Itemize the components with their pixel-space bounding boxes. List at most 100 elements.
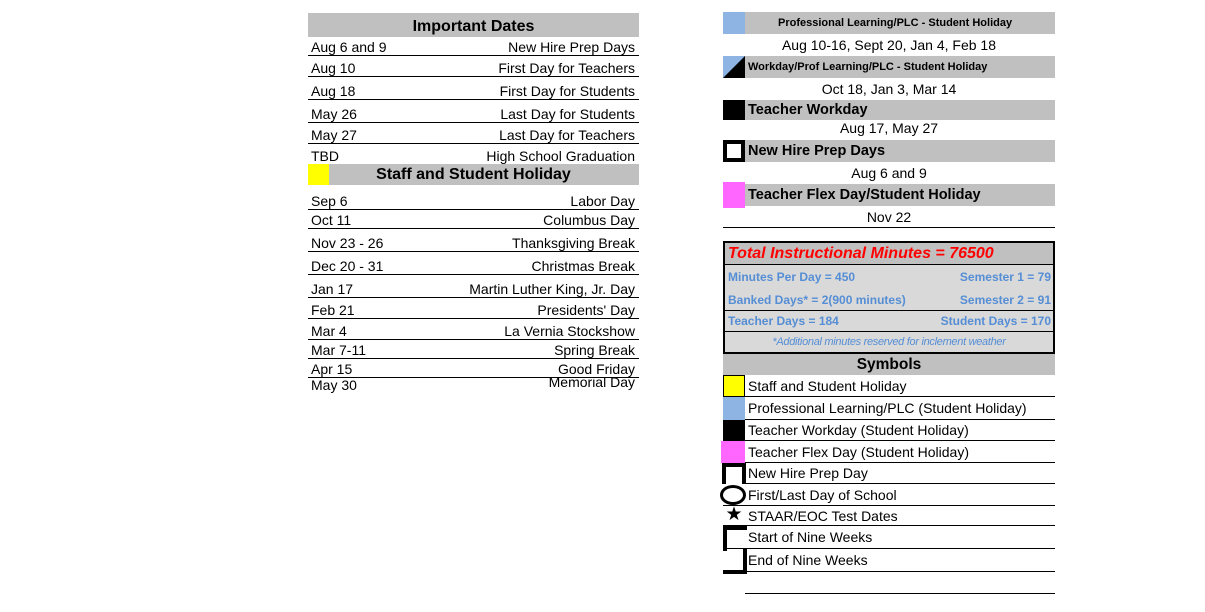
instructional-minutes-box: Total Instructional Minutes = 76500 Minu… <box>723 241 1055 354</box>
holiday-row: May 30 Memorial Day <box>308 374 639 393</box>
total-minutes-title: Total Instructional Minutes = 76500 <box>725 243 1053 265</box>
date-cell: Apr 15 <box>311 361 353 377</box>
symbol-row: Start of Nine Weeks <box>723 526 1055 551</box>
symbol-row: End of Nine Weeks <box>723 547 1055 574</box>
event-cell: New Hire Prep Days <box>508 39 635 55</box>
category-dates: Aug 10-16, Sept 20, Jan 4, Feb 18 <box>781 37 997 53</box>
black-swatch-icon <box>723 100 745 120</box>
category-dates: Nov 22 <box>723 206 1055 228</box>
important-dates-title: Important Dates <box>412 18 535 35</box>
minutes-per-day: Minutes Per Day = 450 <box>728 269 856 284</box>
date-cell: Dec 20 - 31 <box>311 258 384 274</box>
event-cell: La Vernia Stockshow <box>504 323 635 339</box>
student-days: Student Days = 170 <box>940 314 1051 328</box>
category-header-workday-prof-learning: Workday/Prof Learning/PLC - Student Holi… <box>723 56 1055 78</box>
diagonal-blue-black-swatch-icon <box>723 56 745 78</box>
end-bracket-icon <box>723 549 747 574</box>
event-cell: Christmas Break <box>531 258 635 274</box>
category-dates: Aug 6 and 9 <box>851 165 927 181</box>
date-cell: May 26 <box>311 106 357 122</box>
category-label: Professional Learning/PLC - Student Holi… <box>778 17 1013 29</box>
category-label: New Hire Prep Days <box>748 143 886 159</box>
date-cell: Sep 6 <box>311 193 348 209</box>
holiday-row: Mar 4 La Vernia Stockshow <box>308 319 639 340</box>
important-dates-header: Important Dates <box>308 13 639 37</box>
date-cell: Aug 18 <box>311 83 356 99</box>
category-header-professional-learning: Professional Learning/PLC - Student Holi… <box>723 12 1055 34</box>
date-cell: Mar 7-11 <box>311 342 366 358</box>
pink-square-icon <box>721 441 745 463</box>
semester-1: Semester 1 = 79 <box>959 269 1051 284</box>
holiday-row: Mar 7-11 Spring Break <box>308 340 639 359</box>
date-row: TBD High School Graduation <box>308 144 639 164</box>
symbol-row: First/Last Day of School <box>720 484 1055 506</box>
teacher-days: Teacher Days = 184 <box>728 314 839 328</box>
symbol-label: Teacher Workday (Student Holiday) <box>748 422 969 438</box>
inclement-weather-note: *Additional minutes reserved for incleme… <box>772 336 1006 348</box>
star-icon: ★ <box>725 504 743 525</box>
yellow-square-icon <box>723 375 745 397</box>
symbol-label: Staff and Student Holiday <box>748 377 907 394</box>
black-square-icon <box>723 420 745 441</box>
date-cell: Feb 21 <box>311 302 355 318</box>
date-row: May 26 Last Day for Students <box>308 100 639 123</box>
date-cell: Nov 23 - 26 <box>311 235 384 251</box>
symbols-legend: Symbols Staff and Student Holiday Profes… <box>720 354 1055 594</box>
banked-days: Banked Days* = 2(900 minutes) <box>728 293 906 307</box>
category-header-new-hire: New Hire Prep Days <box>723 140 1055 162</box>
legend-panel: Professional Learning/PLC - Student Holi… <box>720 12 1055 594</box>
symbol-label: Professional Learning/PLC (Student Holid… <box>748 400 1027 416</box>
date-row: Aug 6 and 9 New Hire Prep Days <box>308 37 639 56</box>
yellow-swatch-icon <box>308 164 329 185</box>
date-cell: Aug 10 <box>311 60 356 76</box>
metrics-row: Minutes Per Day = 450 Semester 1 = 79 <box>725 265 1053 288</box>
date-row: May 27 Last Day for Teachers <box>308 123 639 144</box>
holiday-header: Staff and Student Holiday <box>308 164 639 185</box>
metrics-row: Teacher Days = 184 Student Days = 170 <box>725 311 1053 332</box>
event-cell: Memorial Day <box>548 374 635 390</box>
date-cell: Mar 4 <box>311 323 347 339</box>
event-cell: Presidents' Day <box>537 302 635 318</box>
event-cell: Columbus Day <box>543 212 635 228</box>
outline-box-swatch-icon <box>723 140 745 162</box>
event-cell: Spring Break <box>554 342 635 358</box>
event-cell: Thanksgiving Break <box>512 235 635 251</box>
date-cell: Aug 6 and 9 <box>311 39 387 55</box>
light-blue-swatch-icon <box>723 12 745 34</box>
light-blue-square-icon <box>723 397 745 420</box>
date-cell: May 30 <box>311 377 357 393</box>
holiday-row: Jan 17 Martin Luther King, Jr. Day <box>308 275 639 298</box>
symbol-label: Teacher Flex Day (Student Holiday) <box>748 443 969 460</box>
symbol-row: Teacher Flex Day (Student Holiday) <box>721 441 1055 463</box>
category-dates: Aug 17, May 27 <box>839 120 939 136</box>
date-row: Aug 18 First Day for Students <box>308 77 639 100</box>
category-label: Workday/Prof Learning/PLC - Student Holi… <box>748 61 988 73</box>
event-cell: Last Day for Teachers <box>499 127 635 143</box>
date-cell: May 27 <box>311 127 357 143</box>
symbol-row: New Hire Prep Day <box>722 463 1055 484</box>
symbol-row: ★ STAAR/EOC Test Dates <box>723 504 1055 526</box>
event-cell: First Day for Students <box>499 83 635 99</box>
category-label: Teacher Flex Day/Student Holiday <box>748 187 981 203</box>
date-row: Aug 10 First Day for Teachers <box>308 56 639 77</box>
event-cell: Last Day for Students <box>500 106 635 122</box>
holiday-row: Nov 23 - 26 Thanksgiving Break <box>308 229 639 252</box>
symbol-row: Teacher Workday (Student Holiday) <box>723 420 1055 441</box>
date-cell: TBD <box>311 148 339 164</box>
holiday-row: Feb 21 Presidents' Day <box>308 298 639 319</box>
symbol-row: Professional Learning/PLC (Student Holid… <box>723 397 1055 420</box>
important-dates-panel: Important Dates Aug 6 and 9 New Hire Pre… <box>308 13 639 392</box>
category-dates: Oct 18, Jan 3, Mar 14 <box>821 81 957 97</box>
symbols-title: Symbols <box>723 354 1055 375</box>
circle-icon <box>720 485 746 505</box>
date-cell: Jan 17 <box>311 281 354 297</box>
event-cell: First Day for Teachers <box>498 60 635 76</box>
semester-2: Semester 2 = 91 <box>959 293 1051 307</box>
category-header-teacher-flex: Teacher Flex Day/Student Holiday <box>723 182 1055 208</box>
holiday-row: Dec 20 - 31 Christmas Break <box>308 252 639 275</box>
category-header-teacher-workday: Teacher Workday <box>723 100 1055 120</box>
holiday-title: Staff and Student Holiday <box>376 165 571 183</box>
holiday-row: Oct 11 Columbus Day <box>308 210 639 229</box>
outline-square-icon <box>722 463 746 484</box>
holiday-row: Sep 6 Labor Day <box>308 185 639 210</box>
